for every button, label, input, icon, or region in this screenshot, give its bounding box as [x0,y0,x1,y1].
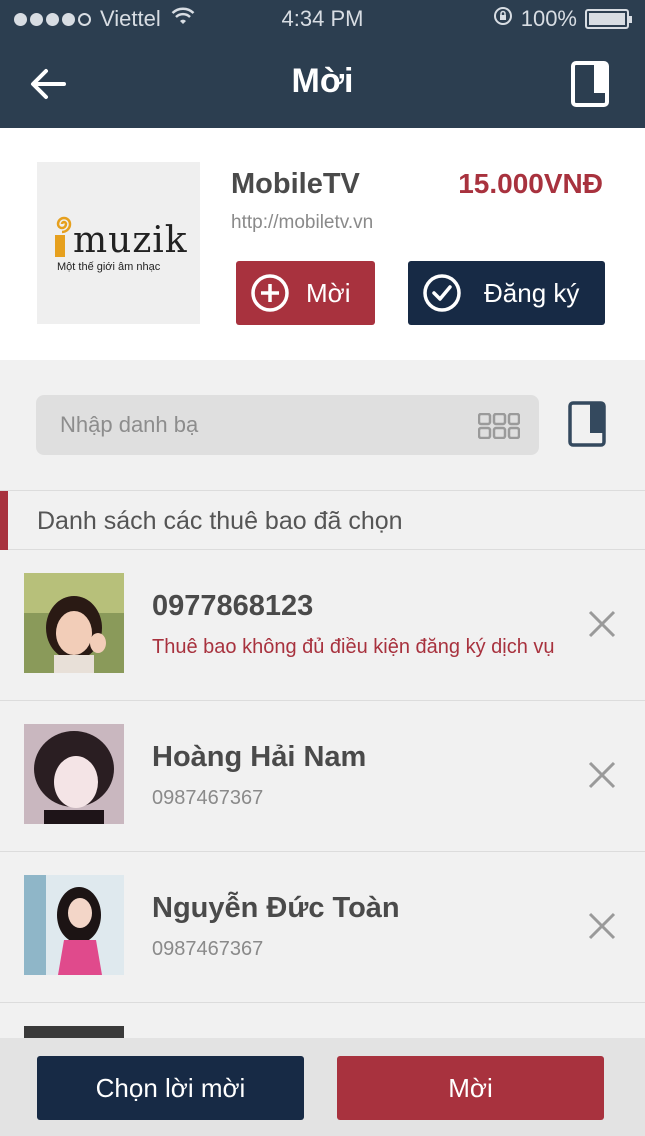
subscriber-row[interactable]: 0977868123 Thuê bao không đủ điều kiện đ… [0,550,645,701]
register-button[interactable]: Đăng ký [408,261,605,325]
subscriber-name: 0977868123 [152,590,314,622]
avatar [24,724,124,824]
subscriber-row[interactable]: Nguyễn Đức Toàn 0987467367 [0,852,645,1003]
battery-icon [585,9,632,29]
product-name: MobileTV [231,168,360,200]
grid-icon[interactable] [478,413,520,439]
close-icon[interactable] [588,610,616,638]
close-icon[interactable] [588,761,616,789]
battery-percent: 100% [520,6,577,31]
rotation-lock-icon [493,6,513,32]
subscriber-row[interactable]: Hoàng Hải Nam 0987467367 [0,701,645,852]
plus-circle-icon [251,274,289,312]
avatar [24,875,124,975]
search-input[interactable] [60,395,480,455]
logo-tagline: Một thế giới âm nhạc [57,261,161,273]
logo-text: muzik [73,220,188,261]
choose-invitation-button[interactable]: Chọn lời mời [37,1056,304,1120]
selected-subscribers-header: Danh sách các thuê bao đã chọn [0,490,645,550]
subscriber-error: Thuê bao không đủ điều kiện đăng ký dịch… [152,636,555,658]
avatar [24,573,124,673]
product-price: 15.000VNĐ [458,168,603,199]
subscriber-name: Nguyễn Đức Toàn [152,892,400,924]
invite-button-label: Mời [306,277,351,308]
subscriber-phone: 0987467367 [152,787,264,809]
register-button-label: Đăng ký [484,277,580,308]
check-circle-icon [423,274,461,312]
subscriber-name: Hoàng Hải Nam [152,741,367,773]
product-card: muzik Một thế giới âm nhạc MobileTV 15.0… [0,128,645,360]
contacts-book-icon[interactable] [568,401,606,447]
send-invite-button[interactable]: Mời [337,1056,604,1120]
subscriber-phone: 0987467367 [152,938,264,960]
close-icon[interactable] [588,912,616,940]
page-title: Mời [291,62,354,100]
contact-search [36,395,539,455]
status-bar: Viettel 4:34 PM 100% [0,0,645,40]
swirl-icon [56,216,72,234]
product-url[interactable]: http://mobiletv.vn [231,212,373,234]
invite-button[interactable]: Mời [236,261,375,325]
bottom-action-bar: Chọn lời mời Mời [0,1038,645,1136]
section-title: Danh sách các thuê bao đã chọn [37,507,403,535]
book-icon[interactable] [570,60,610,108]
product-logo: muzik Một thế giới âm nhạc [37,162,200,324]
nav-bar: Mời [0,40,645,128]
